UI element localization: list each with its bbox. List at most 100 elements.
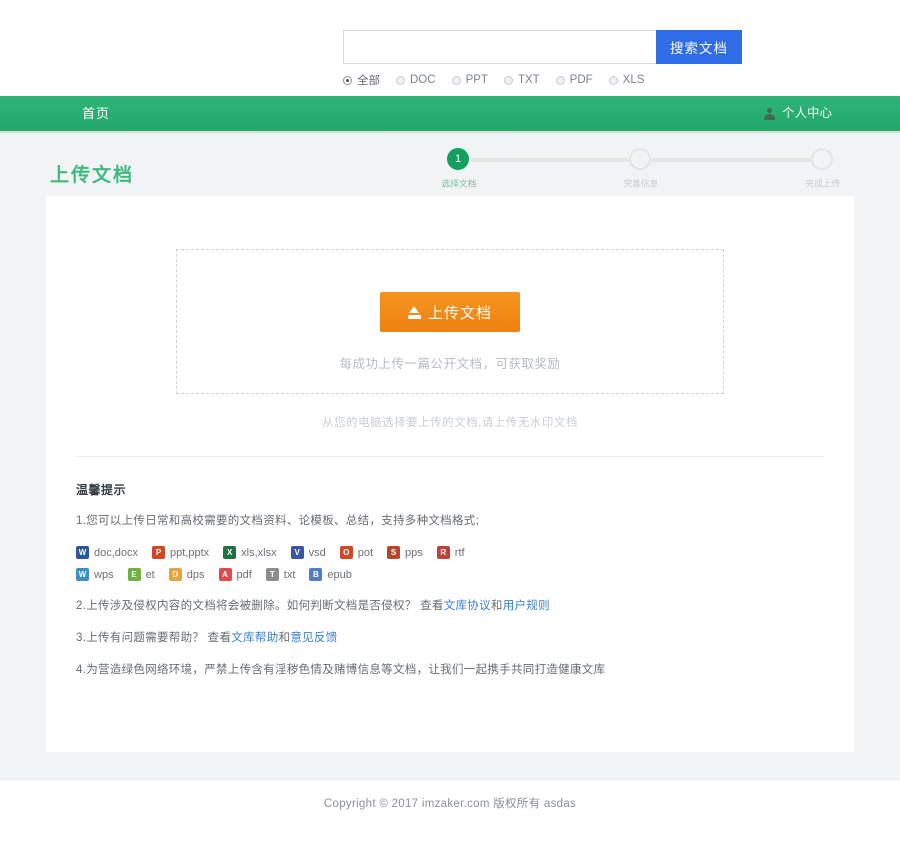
tips-section: 温馨提示 1.您可以上传日常和高校需要的文档资料、论模板、总结，支持多种文档格式… bbox=[76, 481, 816, 695]
step-item-select-doc[interactable]: 1 选择文档 bbox=[440, 148, 476, 190]
upload-icon bbox=[407, 305, 421, 319]
filter-radio-doc[interactable]: DOC bbox=[396, 74, 436, 86]
tip-3-mid: 和 bbox=[278, 632, 291, 644]
format-item: S pps bbox=[387, 546, 423, 559]
page-footer: Copyright © 2017 imzaker.com 版权所有 asdas bbox=[0, 781, 900, 857]
pps-file-icon: S bbox=[387, 546, 401, 559]
format-item: B epub bbox=[309, 568, 352, 581]
format-label: txt bbox=[283, 568, 296, 581]
radio-dot-icon bbox=[396, 75, 405, 85]
filter-label: DOC bbox=[410, 74, 436, 86]
dropzone-below-hint: 从您的电脑选择要上传的文档,请上传无水印文档 bbox=[322, 417, 578, 429]
format-label: epub bbox=[327, 568, 352, 581]
format-item: W wps bbox=[76, 568, 114, 581]
upload-button-label: 上传文档 bbox=[427, 304, 492, 322]
format-label: rtf bbox=[454, 546, 465, 559]
filter-label: TXT bbox=[517, 74, 540, 86]
section-divider bbox=[76, 456, 824, 457]
format-item: A pdf bbox=[218, 568, 252, 581]
link-feedback[interactable]: 意见反馈 bbox=[290, 632, 337, 644]
filter-label: 全部 bbox=[357, 75, 380, 87]
powerpoint-file-icon: P bbox=[152, 546, 166, 559]
search-filter-group: 全部 DOC PPT TXT PDF XLS bbox=[343, 72, 660, 88]
step-label: 完善信息 bbox=[623, 179, 659, 190]
radio-dot-icon bbox=[608, 75, 618, 85]
filter-radio-all[interactable]: 全部 bbox=[343, 72, 380, 88]
page-title: 上传文档 bbox=[50, 165, 135, 186]
tip-line-4: 4.为营造绿色网络环境，严禁上传含有淫秽色情及赌博信息等文档，让我们一起携手共同… bbox=[76, 664, 606, 676]
link-library-agreement[interactable]: 文库协议 bbox=[444, 600, 491, 612]
tip-line-2: 2.上传涉及侵权内容的文档将会被删除。如何判断文档是否侵权？ 查看文库协议和用户… bbox=[76, 599, 816, 614]
visio-file-icon: V bbox=[290, 546, 304, 559]
step-indicator: 1 选择文档 完善信息 完成上传 bbox=[440, 148, 840, 192]
format-item: D dps bbox=[168, 568, 205, 581]
tips-title: 温馨提示 bbox=[76, 483, 127, 497]
step-label: 选择文档 bbox=[441, 179, 477, 190]
format-item: P ppt,pptx bbox=[152, 546, 209, 559]
format-label: xls,xlsx bbox=[241, 546, 277, 559]
wps-file-icon: W bbox=[76, 568, 89, 581]
nav-item-user-center[interactable]: 个人中心 bbox=[763, 96, 832, 131]
search-band: 搜索文档 全部 DOC PPT TXT PDF XLS bbox=[0, 0, 900, 96]
radio-dot-icon bbox=[503, 75, 513, 85]
link-user-rules[interactable]: 用户规则 bbox=[503, 600, 550, 612]
filter-radio-ppt[interactable]: PPT bbox=[451, 74, 488, 86]
epub-file-icon: B bbox=[309, 568, 323, 581]
format-label: pps bbox=[405, 546, 423, 559]
nav-item-home[interactable]: 首页 bbox=[82, 96, 110, 131]
upload-document-button[interactable]: 上传文档 bbox=[380, 292, 520, 332]
step-label: 完成上传 bbox=[805, 179, 841, 190]
step-circle bbox=[811, 148, 833, 170]
format-label: doc,docx bbox=[94, 546, 139, 559]
format-item: X xls,xlsx bbox=[223, 546, 277, 559]
format-item: R rtf bbox=[436, 546, 465, 559]
format-item: E et bbox=[127, 568, 155, 581]
step-item-finish-upload[interactable]: 完成上传 bbox=[804, 148, 840, 190]
link-library-help[interactable]: 文库帮助 bbox=[231, 632, 278, 644]
format-label: pdf bbox=[236, 568, 252, 581]
word-file-icon: W bbox=[76, 546, 89, 559]
upload-card: 上传文档 每成功上传一篇公开文档，可获取奖励 从您的电脑选择要上传的文档,请上传… bbox=[46, 196, 854, 752]
format-label: wps bbox=[94, 568, 114, 581]
radio-dot-icon bbox=[451, 75, 461, 85]
format-row-2: W wps E et D dps A pdf T txt B epub bbox=[76, 568, 816, 581]
tip-2-mid: 和 bbox=[490, 600, 503, 612]
step-circle: 1 bbox=[447, 148, 469, 170]
format-label: ppt,pptx bbox=[170, 546, 210, 559]
filter-radio-pdf[interactable]: PDF bbox=[555, 74, 593, 86]
format-row-1: W doc,docx P ppt,pptx X xls,xlsx V vsd O… bbox=[76, 546, 816, 559]
format-item: T txt bbox=[265, 568, 296, 581]
format-label: pot bbox=[357, 546, 374, 559]
tip-2-text: 2.上传涉及侵权内容的文档将会被删除。如何判断文档是否侵权？ 查看 bbox=[76, 600, 444, 612]
tip-3-text: 3.上传有问题需要帮助？ 查看 bbox=[76, 632, 232, 644]
search-input[interactable] bbox=[343, 30, 656, 64]
nav-user-label: 个人中心 bbox=[781, 106, 832, 120]
tip-line-1: 1.您可以上传日常和高校需要的文档资料、论模板、总结，支持多种文档格式; bbox=[76, 515, 480, 527]
txt-file-icon: T bbox=[265, 568, 279, 581]
step-item-complete-info[interactable]: 完善信息 bbox=[622, 148, 658, 190]
file-dropzone[interactable]: 上传文档 每成功上传一篇公开文档，可获取奖励 bbox=[176, 249, 724, 394]
filter-label: XLS bbox=[622, 74, 645, 86]
excel-file-icon: X bbox=[223, 546, 237, 559]
user-icon bbox=[763, 107, 775, 120]
step-circle bbox=[629, 148, 651, 170]
page-root: 搜索文档 全部 DOC PPT TXT PDF XLS 首页 个人中心 上传文档… bbox=[0, 0, 900, 857]
format-label: dps bbox=[186, 568, 205, 581]
dps-file-icon: D bbox=[168, 568, 182, 581]
format-item: O pot bbox=[339, 546, 374, 559]
rtf-file-icon: R bbox=[436, 546, 450, 559]
filter-radio-txt[interactable]: TXT bbox=[503, 74, 540, 86]
supported-formats: W doc,docx P ppt,pptx X xls,xlsx V vsd O… bbox=[76, 546, 816, 581]
filter-label: PPT bbox=[465, 74, 488, 86]
radio-dot-icon bbox=[555, 75, 565, 85]
radio-dot-icon bbox=[343, 75, 352, 85]
format-label: vsd bbox=[308, 546, 326, 559]
tip-line-3: 3.上传有问题需要帮助？ 查看文库帮助和意见反馈 bbox=[76, 631, 816, 646]
format-label: et bbox=[145, 568, 155, 581]
search-button[interactable]: 搜索文档 bbox=[656, 30, 742, 64]
main-navbar: 首页 个人中心 bbox=[0, 96, 900, 133]
pdf-file-icon: A bbox=[218, 568, 232, 581]
filter-label: PDF bbox=[569, 74, 593, 86]
filter-radio-xls[interactable]: XLS bbox=[608, 74, 645, 86]
format-item: V vsd bbox=[290, 546, 326, 559]
